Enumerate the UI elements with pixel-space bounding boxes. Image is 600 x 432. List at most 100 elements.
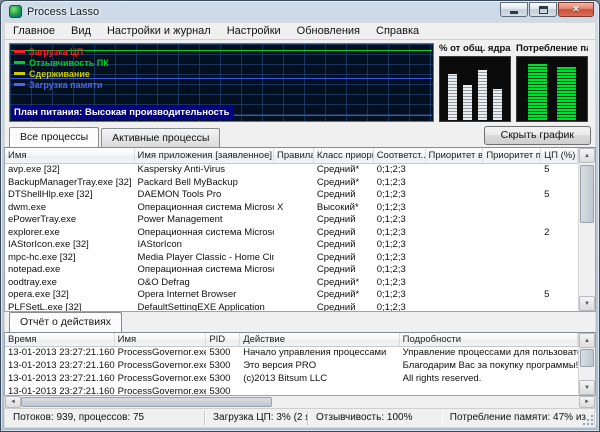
menu-item[interactable]: Обновления xyxy=(289,23,368,40)
table-row[interactable]: oodtray.exeO&O DefragСредний*0;1;2;3 xyxy=(5,277,578,290)
table-cell: explorer.exe xyxy=(5,227,135,240)
scroll-down-icon[interactable]: ▼ xyxy=(579,380,595,395)
column-header[interactable]: Имя xyxy=(5,148,135,164)
table-row[interactable]: avp.exe [32]Kaspersky Anti-VirusСредний*… xyxy=(5,164,578,177)
table-cell: Средний* xyxy=(314,289,374,302)
table-row[interactable]: IAStorIcon.exe [32]IAStorIconСредний0;1;… xyxy=(5,239,578,252)
cpu-gauge-title: % от общ. ядра xyxy=(439,43,511,56)
column-header[interactable]: ЦП (%) xyxy=(541,148,578,164)
tab-action-report[interactable]: Отчёт о действиях xyxy=(9,312,122,332)
table-row[interactable]: ePowerTray.exePower ManagementСредний0;1… xyxy=(5,214,578,227)
table-cell: 5300 xyxy=(206,347,240,360)
scroll-right-icon[interactable]: ► xyxy=(579,396,595,408)
table-cell: Средний xyxy=(314,239,374,252)
process-table-scrollbar[interactable]: ▲ ▼ xyxy=(578,148,595,311)
column-header[interactable]: Приоритет па... xyxy=(483,148,541,164)
legend-marker-icon xyxy=(14,83,25,86)
report-horizontal-scrollbar[interactable]: ◄ ► xyxy=(4,396,596,408)
report-table-scrollbar[interactable]: ▲ ▼ xyxy=(578,333,595,395)
menu-item[interactable]: Вид xyxy=(63,23,99,40)
tab-all-processes[interactable]: Все процессы xyxy=(9,127,99,147)
scroll-thumb[interactable] xyxy=(580,165,594,223)
process-table-area: ИмяИмя приложения [заявленное]ПравилаКла… xyxy=(4,147,596,312)
table-row[interactable]: notepad.exeОперационная система Microso.… xyxy=(5,264,578,277)
menu-item[interactable]: Настройки xyxy=(219,23,289,40)
table-row[interactable]: opera.exe [32]Opera Internet BrowserСред… xyxy=(5,289,578,302)
table-cell: Благодарим Вас за покупку программы! xyxy=(400,360,578,373)
title-bar[interactable]: Process Lasso ✕ xyxy=(4,1,596,22)
legend-marker-icon xyxy=(14,50,25,53)
scroll-down-icon[interactable]: ▼ xyxy=(579,296,595,311)
hide-graph-button[interactable]: Скрыть график xyxy=(484,126,591,145)
hscroll-thumb[interactable] xyxy=(21,397,272,407)
table-row[interactable]: 13-01-2013 23:27:21.160ProcessGovernor.e… xyxy=(5,360,578,373)
table-cell: PLFSetL.exe [32] xyxy=(5,302,135,312)
column-header[interactable]: Приоритет в... xyxy=(426,148,484,164)
table-row[interactable]: explorer.exeОперационная система Microso… xyxy=(5,227,578,240)
process-table-body: avp.exe [32]Kaspersky Anti-VirusСредний*… xyxy=(5,164,578,311)
column-header[interactable]: Действие xyxy=(240,333,399,347)
caption-buttons: ✕ xyxy=(500,2,594,17)
table-row[interactable]: mpc-hc.exe [32]Media Player Classic - Ho… xyxy=(5,252,578,265)
legend-label: Отзывчивость ПК xyxy=(29,58,109,68)
scroll-up-icon[interactable]: ▲ xyxy=(579,333,595,348)
table-row[interactable]: 13-01-2013 23:27:21.160ProcessGovernor.e… xyxy=(5,386,578,395)
status-section: Потоков: 939, процессов: 75 xyxy=(5,411,205,425)
close-button[interactable]: ✕ xyxy=(558,2,594,17)
table-cell: 0;1;2;3 xyxy=(374,277,426,290)
performance-graph: Загрузка ЦПОтзывчивость ПКСдерживаниеЗаг… xyxy=(9,43,434,122)
column-header[interactable]: Время xyxy=(5,333,115,347)
table-cell: dwm.exe xyxy=(5,202,135,215)
cpu-gauge-panel xyxy=(439,56,511,122)
tab-active-processes[interactable]: Активные процессы xyxy=(101,128,220,147)
column-header[interactable]: Имя приложения [заявленное] xyxy=(135,148,274,164)
gauge-bar xyxy=(463,85,472,120)
table-cell: ProcessGovernor.exe xyxy=(115,360,207,373)
table-row[interactable]: 13-01-2013 23:27:21.160ProcessGovernor.e… xyxy=(5,373,578,386)
table-cell: ProcessGovernor.exe xyxy=(115,347,207,360)
table-row[interactable]: DTShellHlp.exe [32]DAEMON Tools ProСредн… xyxy=(5,189,578,202)
table-cell xyxy=(426,214,484,227)
menu-item[interactable]: Настройки и журнал xyxy=(99,23,219,40)
scroll-track[interactable] xyxy=(579,163,595,296)
column-header[interactable]: Имя xyxy=(115,333,207,347)
status-bar: Потоков: 939, процессов: 75Загрузка ЦП: … xyxy=(4,408,596,428)
table-row[interactable]: PLFSetL.exe [32]DefaultSettingEXE Applic… xyxy=(5,302,578,312)
minimize-button[interactable] xyxy=(500,2,528,17)
resize-grip-icon[interactable] xyxy=(582,414,594,426)
scroll-track[interactable] xyxy=(579,348,595,380)
report-table-body: 13-01-2013 23:27:21.160ProcessGovernor.e… xyxy=(5,347,578,395)
menu-item[interactable]: Справка xyxy=(368,23,427,40)
table-cell: ePowerTray.exe xyxy=(5,214,135,227)
table-cell xyxy=(483,252,541,265)
legend-item: Загрузка ЦП xyxy=(14,46,109,57)
column-header[interactable]: Класс приори... xyxy=(314,148,374,164)
status-section: Потребление памяти: 47% из xyxy=(442,411,595,425)
scroll-up-icon[interactable]: ▲ xyxy=(579,148,595,163)
app-icon xyxy=(9,5,22,18)
menu-item[interactable]: Главное xyxy=(5,23,63,40)
maximize-button[interactable] xyxy=(529,2,557,17)
table-cell: 13-01-2013 23:27:21.160 xyxy=(5,347,115,360)
hscroll-track[interactable] xyxy=(21,396,579,408)
table-cell: IAStorIcon xyxy=(135,239,274,252)
table-cell: Средний xyxy=(314,252,374,265)
table-cell xyxy=(541,202,578,215)
column-header[interactable]: Соответст... xyxy=(374,148,426,164)
window-title: Process Lasso xyxy=(27,6,99,18)
table-cell xyxy=(483,239,541,252)
legend-label: Загрузка ЦП xyxy=(29,47,83,57)
scroll-left-icon[interactable]: ◄ xyxy=(5,396,21,408)
scroll-thumb[interactable] xyxy=(580,349,594,367)
table-row[interactable]: BackupManagerTray.exe [32]Packard Bell M… xyxy=(5,177,578,190)
table-row[interactable]: 13-01-2013 23:27:21.160ProcessGovernor.e… xyxy=(5,347,578,360)
table-cell xyxy=(426,252,484,265)
table-row[interactable]: dwm.exeОперационная система Microso...XВ… xyxy=(5,202,578,215)
table-cell xyxy=(483,177,541,190)
table-cell xyxy=(541,177,578,190)
column-header[interactable]: Правила xyxy=(274,148,314,164)
table-cell: DAEMON Tools Pro xyxy=(135,189,274,202)
column-header[interactable]: Подробности xyxy=(400,333,578,347)
table-cell: All rights reserved. xyxy=(400,373,578,386)
column-header[interactable]: PID xyxy=(206,333,240,347)
